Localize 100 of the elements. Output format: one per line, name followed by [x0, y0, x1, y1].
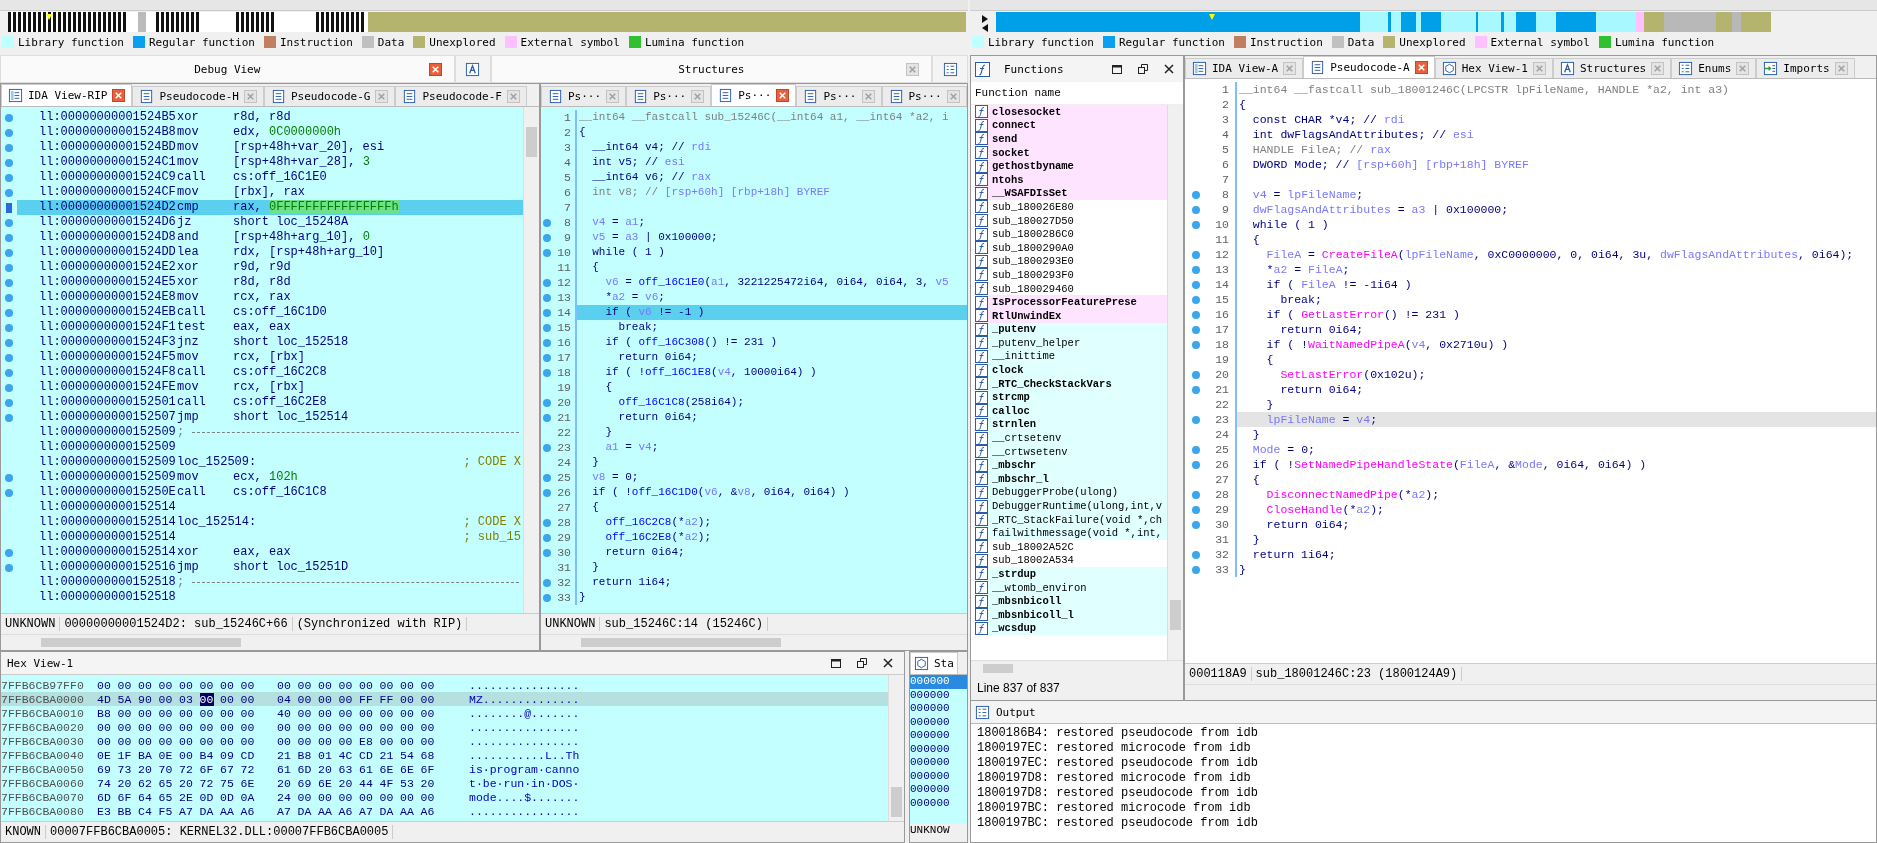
panel-title: Output — [996, 705, 1036, 719]
tab[interactable]: IDA View-A — [1185, 58, 1304, 78]
maximize-icon[interactable] — [1111, 63, 1123, 75]
disasm-line: ll:0000000000152518 — [38, 590, 177, 605]
function-item[interactable]: __crtsetenv — [975, 431, 1167, 445]
function-icon — [975, 254, 988, 268]
function-icon — [975, 377, 988, 391]
hex-bytes: 74 20 62 65 20 72 75 6E — [97, 776, 256, 790]
function-item[interactable]: strcmp — [975, 390, 1167, 405]
hex-address: 7FFB6CBA0000 — [1, 692, 85, 706]
hex-bytes: A7 DA AA A6 A7 DA AA A6 — [277, 804, 436, 818]
hex-address: 7FFB6CB97FF0 — [1, 678, 85, 692]
function-icon — [975, 173, 988, 187]
tab[interactable]: Pseudocode-G — [263, 86, 396, 106]
tab[interactable]: Ps··· — [541, 86, 627, 106]
disasm-line: ll:0000000000152509mov ecx, 102h — [38, 470, 299, 485]
line-number: 32 — [1214, 548, 1230, 561]
function-item[interactable]: _strdup — [975, 567, 1167, 581]
tab[interactable]: Structures — [1552, 58, 1672, 78]
function-item[interactable]: failwithmessage(void *,int, — [975, 526, 1167, 540]
tab[interactable]: Sta — [910, 652, 958, 674]
function-item[interactable]: closesocket — [975, 105, 1167, 119]
line-number: 1 — [563, 111, 572, 124]
function-icon — [975, 540, 988, 554]
line-number: 31 — [556, 561, 572, 574]
code-line: DWORD Mode; // [rsp+60h] [rbp+18h] BYREF — [1235, 157, 1876, 172]
code-line: *a2 = FileA; — [1235, 262, 1876, 277]
function-item[interactable]: gethostbyname — [975, 159, 1167, 173]
function-item[interactable]: DebuggerRuntime(ulong,int,v — [975, 499, 1167, 513]
function-item[interactable]: _mbsnbicoll — [975, 594, 1167, 608]
hex-ascii: MZ.............. — [468, 692, 580, 706]
function-item[interactable]: IsProcessorFeaturePrese — [975, 295, 1167, 309]
function-item[interactable]: calloc — [975, 404, 1167, 418]
line-number: 24 — [1214, 428, 1230, 441]
code-line: v4 = lpFileName; — [1235, 187, 1876, 202]
close-icon[interactable] — [882, 657, 894, 669]
code-line: } — [575, 560, 967, 575]
line-number: 21 — [1214, 383, 1230, 396]
document-icon — [633, 89, 649, 104]
legend-label: Unexplored — [429, 35, 496, 49]
scrollbar[interactable] — [541, 634, 967, 650]
hex-address: 7FFB6CBA0050 — [1, 762, 85, 776]
code-line: CloseHandle(*a2); — [1235, 502, 1876, 517]
scrollbar[interactable] — [1, 634, 539, 650]
tab[interactable]: Pseudocode-A — [1303, 56, 1435, 78]
function-icon — [975, 336, 988, 350]
tab[interactable]: Ps··· — [796, 86, 882, 106]
function-icon — [975, 485, 988, 499]
tab[interactable]: Imports — [1756, 58, 1855, 78]
function-item[interactable]: clock — [975, 363, 1167, 377]
hex-ascii: mode....$....... — [468, 790, 580, 804]
tab[interactable]: IDA View-RIP — [1, 84, 133, 106]
tab[interactable]: Ps··· — [711, 84, 797, 106]
document-icon — [402, 89, 418, 104]
letter-a-icon — [1559, 61, 1575, 76]
line-number: 16 — [556, 336, 572, 349]
function-item[interactable]: _mbschr_l — [975, 472, 1167, 486]
function-icon — [975, 159, 988, 173]
code-line: dwFlagsAndAttributes = a3 | 0x100000; — [1235, 202, 1876, 217]
function-icon — [975, 472, 988, 486]
tab[interactable]: Ps··· — [626, 86, 712, 106]
close-icon[interactable] — [1163, 63, 1175, 75]
function-icon — [975, 390, 988, 404]
code-line: if ( FileA != -1i64 ) — [1235, 277, 1876, 292]
legend-label: Regular function — [148, 35, 255, 49]
maximize-icon[interactable] — [830, 657, 842, 669]
hex-address: 000000 — [910, 756, 951, 770]
function-item[interactable]: _mbschr — [975, 458, 1167, 473]
legend-label: Data — [1347, 35, 1375, 49]
navigation-band[interactable] — [8, 12, 966, 32]
tab[interactable]: Ps··· — [881, 86, 967, 106]
restore-icon[interactable] — [1137, 63, 1149, 75]
legend-label: Instruction — [279, 35, 353, 49]
disasm-line: ll:0000000000152509 — [38, 440, 177, 455]
legend-label: Lumina function — [1614, 35, 1715, 49]
disasm-line: ll:00000000001524C1mov [rsp+48h+var_28], 3 — [38, 155, 371, 170]
scrollbar[interactable] — [888, 675, 904, 821]
legend-label: Library function — [988, 35, 1094, 49]
scrollbar[interactable] — [1167, 105, 1183, 660]
import-icon — [1763, 61, 1779, 76]
hex-address: 000000 — [910, 783, 951, 797]
tab[interactable]: Hex View-1 — [1434, 58, 1553, 78]
tab[interactable]: Enums — [1671, 58, 1757, 78]
code-line: { — [1235, 472, 1876, 487]
function-icon — [975, 132, 988, 146]
function-item[interactable]: send — [975, 132, 1167, 146]
hex-address: 7FFB6CBA0010 — [1, 706, 85, 720]
hex-address: 7FFB6CBA0070 — [1, 790, 85, 804]
status-text: UNKNOW — [910, 824, 967, 842]
function-icon — [975, 553, 988, 567]
tab[interactable]: Pseudocode-H — [132, 86, 264, 106]
function-item[interactable]: _putenv_helper — [975, 336, 1167, 350]
hex-address: 000000 — [910, 715, 951, 729]
tab[interactable]: Pseudocode-F — [395, 86, 527, 106]
scrollbar[interactable] — [523, 107, 539, 613]
restore-icon[interactable] — [856, 657, 868, 669]
hex-address: 7FFB6CBA0060 — [1, 776, 85, 790]
function-icon — [975, 214, 988, 228]
line-number: 12 — [556, 276, 572, 289]
scrollbar[interactable] — [971, 660, 1183, 676]
